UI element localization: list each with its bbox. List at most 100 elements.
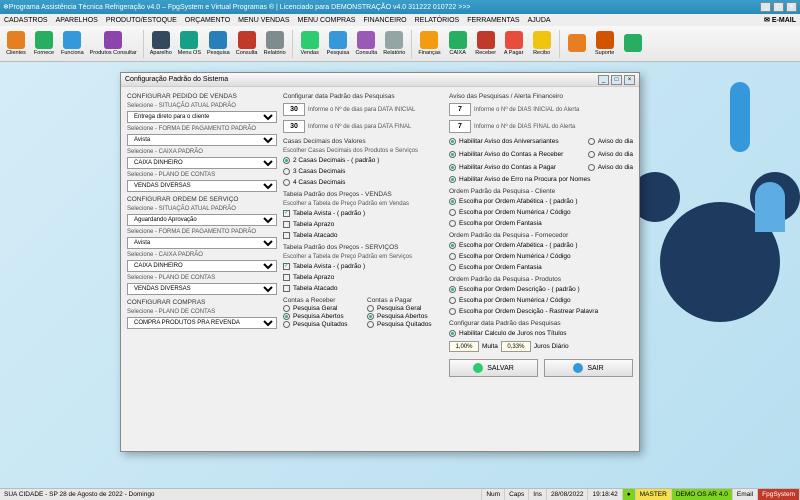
- radio-juros[interactable]: [449, 330, 456, 337]
- input-juros[interactable]: 0,33%: [501, 341, 531, 352]
- radio-receber-abertos[interactable]: [283, 313, 290, 320]
- toolbar-button[interactable]: Fornece: [31, 30, 57, 57]
- check-aprazo-vendas[interactable]: [283, 221, 290, 228]
- menu-item[interactable]: APARELHOS: [56, 17, 98, 24]
- radio-receber-geral[interactable]: [283, 305, 290, 312]
- toolbar-button[interactable]: [564, 33, 590, 54]
- menu-item[interactable]: MENU VENDAS: [238, 17, 289, 24]
- radio-aviso-erro[interactable]: [449, 176, 456, 183]
- select-plano-vendas[interactable]: VENDAS DIVERSAS: [127, 180, 277, 192]
- exit-button[interactable]: SAIR: [544, 359, 633, 377]
- radio-aviso-dia[interactable]: [588, 164, 595, 171]
- toolbar-icon: [505, 31, 523, 49]
- menu-item[interactable]: RELATÓRIOS: [415, 17, 460, 24]
- menu-item[interactable]: CADASTROS: [4, 17, 48, 24]
- dialog-close-button[interactable]: ×: [624, 75, 635, 85]
- radio-aviso-aniv[interactable]: [449, 138, 456, 145]
- toolbar-button[interactable]: Consulta: [353, 30, 379, 57]
- dialog-title: Configuração Padrão do Sistema: [125, 76, 228, 83]
- toolbar-button[interactable]: Pesquisa: [325, 30, 352, 57]
- menu-email[interactable]: ✉E-MAIL: [764, 16, 796, 24]
- dialog-maximize-button[interactable]: □: [611, 75, 622, 85]
- toolbar-icon: [357, 31, 375, 49]
- thermometer-icon: [730, 82, 750, 152]
- radio-aviso-receber[interactable]: [449, 151, 456, 158]
- toolbar-button[interactable]: Recibo: [529, 30, 555, 57]
- check-atacado-vendas[interactable]: [283, 232, 290, 239]
- toolbar-button[interactable]: Aparelho: [148, 30, 174, 57]
- radio-pagar-abertos[interactable]: [367, 313, 374, 320]
- menu-item[interactable]: ORÇAMENTO: [185, 17, 230, 24]
- menu-item[interactable]: PRODUTO/ESTOQUE: [106, 17, 177, 24]
- toolbar-button[interactable]: Receber: [473, 30, 499, 57]
- save-button[interactable]: SALVAR: [449, 359, 538, 377]
- radio-aviso-dia[interactable]: [588, 138, 595, 145]
- check-avista-servicos[interactable]: [283, 263, 290, 270]
- input-dias-inicial[interactable]: 30: [283, 103, 305, 116]
- status-email[interactable]: Email: [733, 489, 758, 500]
- menu-item[interactable]: FERRAMENTAS: [467, 17, 519, 24]
- toolbar-icon: [301, 31, 319, 49]
- toolbar-label: Aparelho: [150, 50, 172, 56]
- toolbar-button[interactable]: Produtos Consultar: [88, 30, 139, 57]
- window-title-bar: ❄ Programa Assistência Técnica Refrigera…: [0, 0, 800, 14]
- check-avista-vendas[interactable]: [283, 210, 290, 217]
- minimize-button[interactable]: _: [760, 2, 771, 12]
- radio-forn-num[interactable]: [449, 253, 456, 260]
- radio-cliente-fant[interactable]: [449, 220, 456, 227]
- toolbar-button[interactable]: Funciona: [59, 30, 86, 57]
- check-atacado-servicos[interactable]: [283, 285, 290, 292]
- toolbar-button[interactable]: Relatório: [381, 30, 407, 57]
- select-caixa-vendas[interactable]: CAIXA DINHEIRO: [127, 157, 277, 169]
- toolbar-button[interactable]: Menu OS: [176, 30, 203, 57]
- popsicle-icon: [755, 182, 785, 232]
- input-dias-final[interactable]: 30: [283, 120, 305, 133]
- maximize-button[interactable]: □: [773, 2, 784, 12]
- radio-forn-fant[interactable]: [449, 264, 456, 271]
- select-pagamento-os[interactable]: Avista: [127, 237, 277, 249]
- dialog-minimize-button[interactable]: _: [598, 75, 609, 85]
- toolbar-button[interactable]: Vendas: [297, 30, 323, 57]
- radio-prod-desc[interactable]: [449, 286, 456, 293]
- menu-item[interactable]: MENU COMPRAS: [297, 17, 355, 24]
- menu-item[interactable]: AJUDA: [528, 17, 551, 24]
- field-label: Selecione - PLANO DE CONTAS: [127, 172, 277, 178]
- check-aprazo-servicos[interactable]: [283, 274, 290, 281]
- radio-2-decimais[interactable]: [283, 157, 290, 164]
- toolbar-button[interactable]: Suporte: [592, 30, 618, 57]
- menu-item[interactable]: FINANCEIRO: [363, 17, 406, 24]
- radio-cliente-alfa[interactable]: [449, 198, 456, 205]
- radio-aviso-dia[interactable]: [588, 151, 595, 158]
- toolbar-button[interactable]: Finanças: [416, 30, 442, 57]
- toolbar-button[interactable]: A Pagar: [501, 30, 527, 57]
- input-multa[interactable]: 1,00%: [449, 341, 479, 352]
- radio-pagar-quitados[interactable]: [367, 321, 374, 328]
- close-button[interactable]: ×: [786, 2, 797, 12]
- toolbar-button[interactable]: Clientes: [3, 30, 29, 57]
- select-plano-os[interactable]: VENDAS DIVERSAS: [127, 283, 277, 295]
- radio-prod-rastrear[interactable]: [449, 308, 456, 315]
- select-plano-compras[interactable]: COMPRA PRODUTOS PRA REVENDA: [127, 317, 277, 329]
- toolbar-button[interactable]: Consulta: [234, 30, 260, 57]
- toolbar-icon: [568, 34, 586, 52]
- toolbar-button[interactable]: CAIXA: [445, 30, 471, 57]
- radio-forn-alfa[interactable]: [449, 242, 456, 249]
- select-situacao-vendas[interactable]: Entrega direto para o cliente: [127, 111, 277, 123]
- select-situacao-os[interactable]: Aguardando Aprovação: [127, 214, 277, 226]
- input-alerta-final[interactable]: 7: [449, 120, 471, 133]
- radio-receber-quitados[interactable]: [283, 321, 290, 328]
- toolbar-button[interactable]: [620, 33, 646, 54]
- radio-prod-num[interactable]: [449, 297, 456, 304]
- radio-aviso-pagar[interactable]: [449, 164, 456, 171]
- radio-cliente-num[interactable]: [449, 209, 456, 216]
- radio-4-decimais[interactable]: [283, 179, 290, 186]
- input-alerta-inicial[interactable]: 7: [449, 103, 471, 116]
- field-label: Selecione - FORMA DE PAGAMENTO PADRÃO: [127, 126, 277, 132]
- select-caixa-os[interactable]: CAIXA DINHEIRO: [127, 260, 277, 272]
- toolbar-icon: [7, 31, 25, 49]
- radio-3-decimais[interactable]: [283, 168, 290, 175]
- toolbar-button[interactable]: Relatório: [262, 30, 288, 57]
- toolbar-button[interactable]: Pesquisa: [205, 30, 232, 57]
- select-pagamento-vendas[interactable]: Avista: [127, 134, 277, 146]
- radio-pagar-geral[interactable]: [367, 305, 374, 312]
